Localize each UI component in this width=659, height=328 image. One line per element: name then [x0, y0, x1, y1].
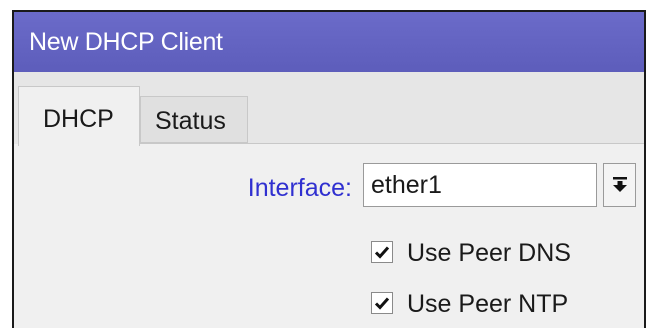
interface-label: Interface:	[247, 174, 352, 202]
dropdown-arrow-icon	[613, 177, 627, 192]
window-title: New DHCP Client	[29, 28, 223, 56]
use-peer-ntp-checkbox[interactable]	[371, 292, 393, 314]
interface-input[interactable]: ether1	[363, 163, 597, 207]
tab-bar: Status DHCP	[14, 72, 644, 146]
tab-status[interactable]: Status	[140, 96, 248, 143]
use-peer-dns-checkbox[interactable]	[371, 241, 393, 263]
tab-dhcp-label: DHCP	[43, 105, 114, 133]
checkmark-icon	[374, 297, 390, 310]
use-peer-ntp-label: Use Peer NTP	[407, 290, 569, 318]
checkmark-icon	[374, 246, 390, 259]
window-titlebar[interactable]: New DHCP Client	[14, 12, 644, 72]
use-peer-dns-label: Use Peer DNS	[407, 239, 571, 267]
tab-status-label: Status	[155, 107, 226, 135]
dhcp-client-window: New DHCP Client Status DHCP Interface: e…	[12, 10, 646, 328]
tab-content-dhcp: Interface: ether1 Use Peer DNS Use Peer …	[14, 144, 644, 328]
interface-dropdown-button[interactable]	[603, 163, 636, 207]
tab-dhcp[interactable]: DHCP	[18, 86, 140, 146]
